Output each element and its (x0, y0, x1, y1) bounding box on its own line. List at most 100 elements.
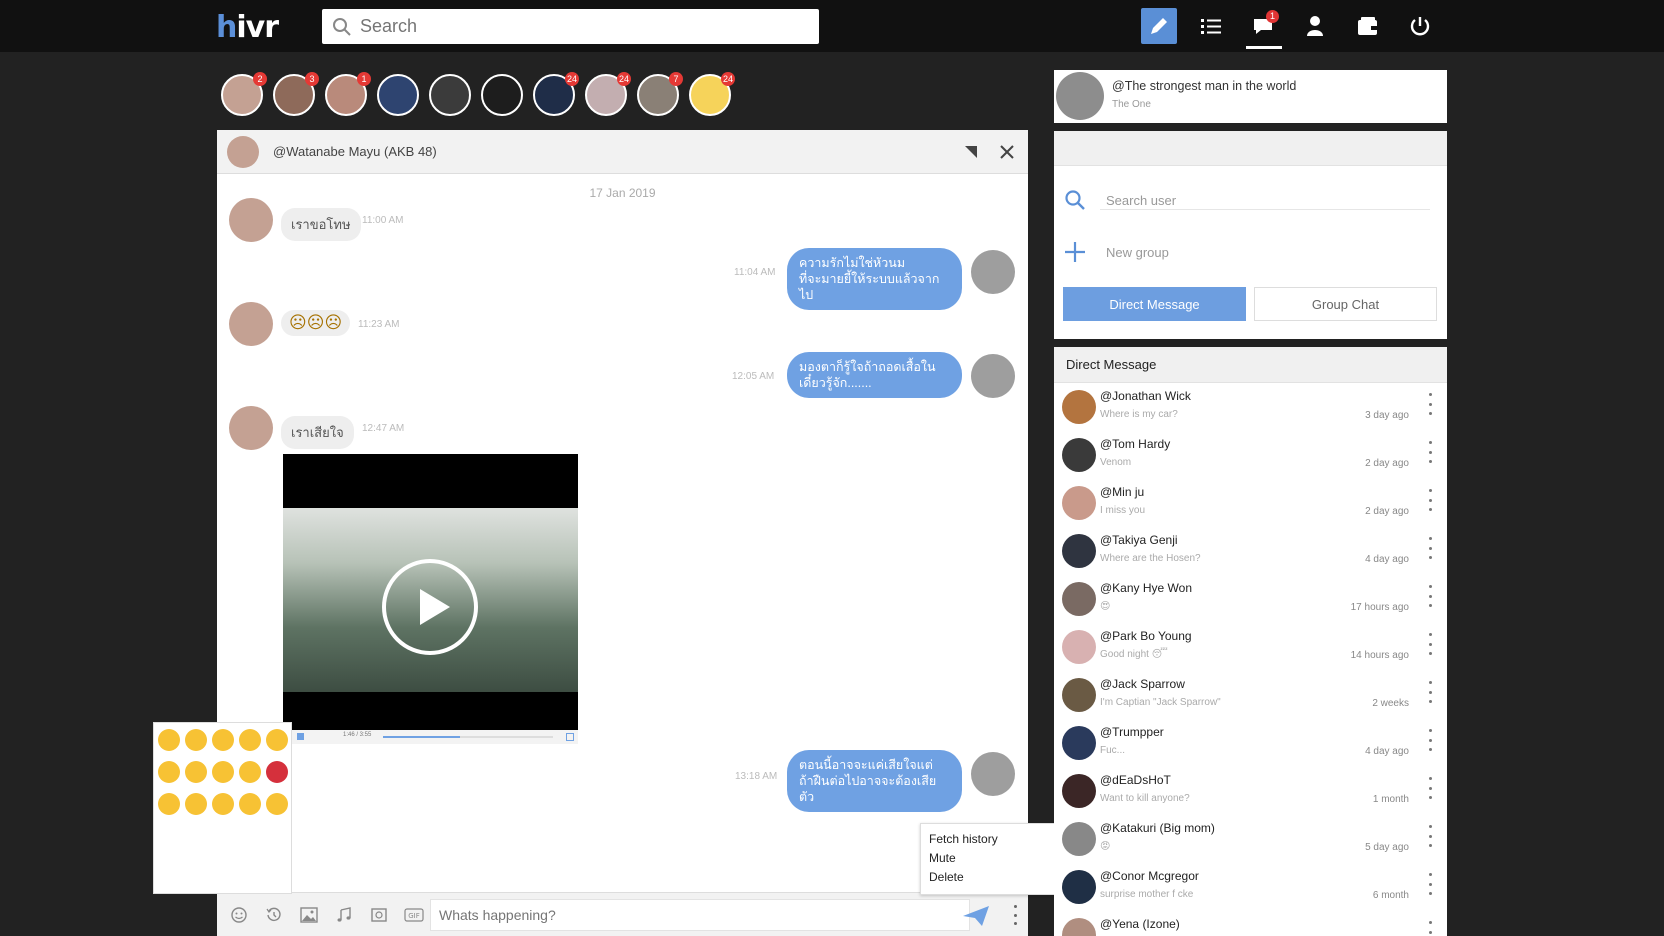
tab-group-chat[interactable]: Group Chat (1254, 287, 1437, 321)
search-bar[interactable] (322, 9, 819, 44)
angry-emoji[interactable] (266, 761, 288, 783)
history-button[interactable] (261, 902, 287, 928)
message-bubble-incoming[interactable]: เราเสียใจ (281, 416, 354, 449)
gif-button[interactable]: GIF (401, 902, 427, 928)
smirk-emoji[interactable] (239, 761, 261, 783)
play-button[interactable] (382, 559, 478, 655)
menu-item-fetch-history[interactable]: Fetch history (929, 830, 1049, 849)
story-avatar[interactable]: 7 (637, 72, 683, 116)
dm-more-button[interactable] (1427, 921, 1433, 936)
grin-emoji[interactable] (185, 729, 207, 751)
dm-list-item[interactable]: @Park Bo Young Good night 😴 14 hours ago (1054, 623, 1447, 671)
wink-emoji[interactable] (212, 793, 234, 815)
dm-list-item[interactable]: @Kany Hye Won 😍 17 hours ago (1054, 575, 1447, 623)
beaming-emoji[interactable] (185, 793, 207, 815)
smile-emoji[interactable] (158, 729, 180, 751)
sender-avatar[interactable] (229, 198, 273, 242)
sleepy-emoji[interactable] (212, 761, 234, 783)
laugh-emoji[interactable] (266, 793, 288, 815)
contact-avatar[interactable] (227, 135, 259, 168)
volume-icon[interactable] (297, 733, 304, 740)
my-avatar[interactable] (971, 354, 1015, 398)
new-group-row[interactable]: New group (1064, 241, 1169, 263)
dm-more-button[interactable] (1427, 873, 1433, 895)
sender-avatar[interactable] (229, 302, 273, 346)
story-avatar[interactable]: 3 (273, 72, 319, 116)
search-input[interactable] (360, 16, 780, 37)
dm-more-button[interactable] (1427, 393, 1433, 415)
more-options-button[interactable] (1012, 905, 1018, 925)
message-bubble-incoming[interactable]: ☹☹☹ (281, 310, 351, 336)
close-chat-button[interactable] (997, 142, 1017, 162)
app-logo[interactable]: hivrhivr (216, 10, 279, 45)
dm-more-button[interactable] (1427, 537, 1433, 559)
dm-more-button[interactable] (1427, 729, 1433, 751)
dm-more-button[interactable] (1427, 777, 1433, 799)
story-avatar[interactable]: 24 (533, 72, 579, 116)
video-progress[interactable] (383, 736, 553, 738)
message-bubble-outgoing[interactable]: ความรักไม่ใช่หัวนม ที่จะมายยี้ให้ระบบแล้… (787, 248, 962, 310)
compose-button[interactable] (1141, 8, 1177, 44)
story-avatar[interactable] (377, 74, 419, 116)
current-user-card[interactable]: @The strongest man in the world The One (1054, 70, 1447, 123)
dm-more-button[interactable] (1427, 633, 1433, 655)
messages-button[interactable]: 1 (1245, 8, 1281, 44)
dm-more-button[interactable] (1427, 441, 1433, 463)
dm-list-item[interactable]: @Katakuri (Big mom) 😡 5 day ago (1054, 815, 1447, 863)
video-player[interactable]: 1:46 / 3:55 (283, 454, 578, 744)
sender-avatar[interactable] (229, 406, 273, 450)
search-user-input[interactable]: Search user (1106, 193, 1176, 208)
send-button[interactable] (962, 905, 990, 932)
dizzy-emoji[interactable] (158, 761, 180, 783)
play-icon (420, 589, 450, 625)
dm-list-item[interactable]: @Min ju I miss you 2 day ago (1054, 479, 1447, 527)
my-avatar[interactable] (971, 250, 1015, 294)
message-bubble-outgoing[interactable]: ตอนนี้อาจจะแค่เสียใจแต่ ถ้าฝืนต่อไปอาจจะ… (787, 750, 962, 812)
dm-list-item[interactable]: @Takiya Genji Where are the Hosen? 4 day a… (1054, 527, 1447, 575)
story-avatar[interactable]: 2 (221, 72, 267, 116)
my-avatar[interactable] (971, 752, 1015, 796)
feed-list-button[interactable] (1193, 8, 1229, 44)
message-bubble-incoming[interactable]: เราขอโทษ (281, 208, 361, 241)
story-avatar[interactable]: 24 (585, 72, 631, 116)
dm-list-item[interactable]: @Conor Mcgregor surprise mother f cke 6 mo… (1054, 863, 1447, 911)
flushed-emoji[interactable] (239, 793, 261, 815)
dm-list-item[interactable]: @Tom Hardy Venom 2 day ago (1054, 431, 1447, 479)
message-input[interactable] (430, 899, 970, 931)
frown-emoji[interactable] (239, 729, 261, 751)
dm-preview: Good night 😴 (1100, 649, 1168, 660)
menu-item-mute[interactable]: Mute (929, 849, 1049, 868)
dm-avatar (1062, 774, 1096, 808)
dm-more-button[interactable] (1427, 825, 1433, 847)
slight-smile-emoji[interactable] (212, 729, 234, 751)
dm-list-item[interactable]: @Yena (Izone) (1054, 911, 1447, 936)
emoji-button[interactable] (226, 902, 252, 928)
logout-button[interactable] (1402, 8, 1438, 44)
dm-list-item[interactable]: @Jonathan Wick Where is my car? 3 day ago (1054, 383, 1447, 431)
dm-list-item[interactable]: @Jack Sparrow I'm Captian "Jack Sparrow" 2… (1054, 671, 1447, 719)
profile-button[interactable] (1297, 8, 1333, 44)
dm-more-button[interactable] (1427, 489, 1433, 511)
search-user-row[interactable]: Search user (1064, 189, 1176, 211)
video-button[interactable] (366, 902, 392, 928)
minimize-button[interactable] (961, 142, 981, 162)
message-bubble-outgoing[interactable]: มองตาก็รู้ใจถ้าถอดเสื้อใน เดี๋ยวรู้จัก..… (787, 352, 962, 398)
music-button[interactable] (331, 902, 357, 928)
dm-more-button[interactable] (1427, 585, 1433, 607)
menu-item-delete[interactable]: Delete (929, 868, 1049, 887)
sunglasses-emoji[interactable] (266, 729, 288, 751)
story-avatar[interactable]: 24 (689, 72, 735, 116)
heart-eyes-emoji[interactable] (185, 761, 207, 783)
dm-list-item[interactable]: @dEaDsHoT Want to kill anyone? 1 month (1054, 767, 1447, 815)
story-avatar[interactable] (481, 74, 523, 116)
story-avatar[interactable]: 1 (325, 72, 371, 116)
dm-list-item[interactable]: @Trumpper Fuc... 4 day ago (1054, 719, 1447, 767)
wallet-button[interactable] (1350, 8, 1386, 44)
tab-direct-message[interactable]: Direct Message (1063, 287, 1246, 321)
sad-emoji[interactable] (158, 793, 180, 815)
fullscreen-icon[interactable] (566, 733, 574, 741)
image-button[interactable] (296, 902, 322, 928)
story-avatar[interactable] (429, 74, 471, 116)
send-icon (963, 906, 989, 926)
dm-more-button[interactable] (1427, 681, 1433, 703)
